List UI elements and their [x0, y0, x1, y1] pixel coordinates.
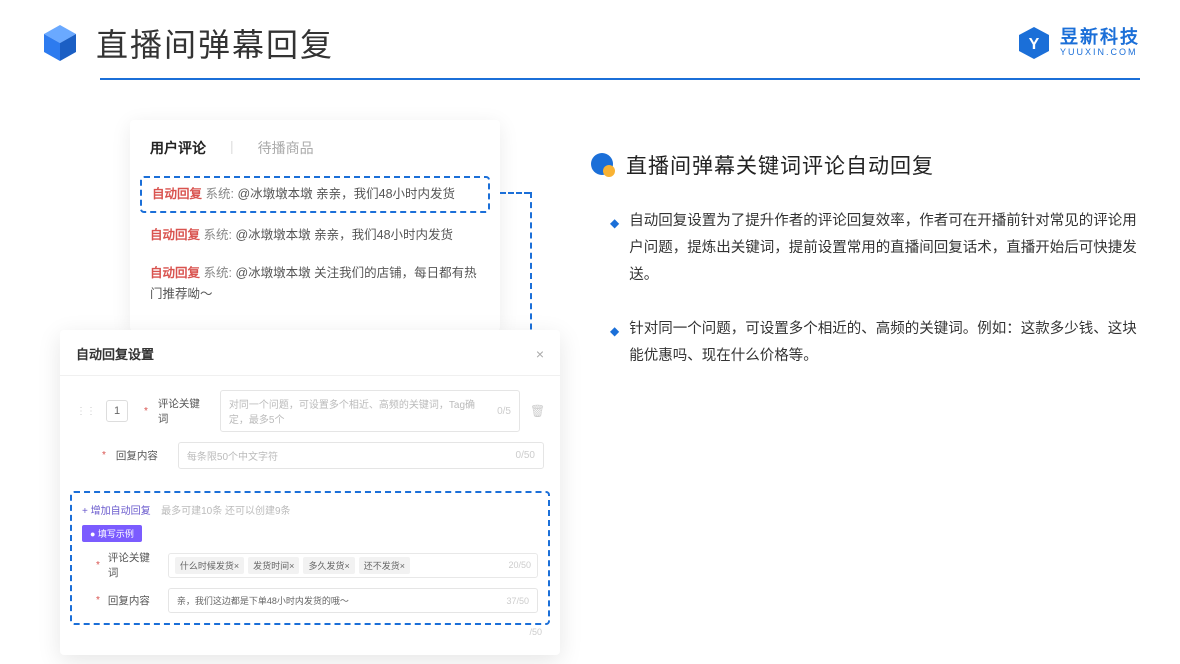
char-count: 20/50 [508, 560, 531, 570]
input-placeholder: 对同一个问题，可设置多个相近、高频的关键词，Tag确定，最多5个 [229, 396, 491, 426]
close-icon[interactable]: × [536, 346, 544, 362]
blob-icon [590, 152, 616, 178]
system-tag: 系统: [204, 228, 232, 242]
char-count: 0/50 [516, 450, 535, 461]
keyword-field-row: ⋮⋮ 1 * 评论关键词 对同一个问题，可设置多个相近、高频的关键词，Tag确定… [76, 390, 544, 432]
bullet-row: ◆ 自动回复设置为了提升作者的评论回复效率，作者可在开播前针对常见的评论用户问题… [590, 208, 1140, 288]
brand-hex-icon: Y [1016, 25, 1052, 61]
example-reply-row: * 回复内容 亲，我们这边都是下单48小时内发货的哦～ 37/50 [82, 588, 538, 613]
drag-handle-icon[interactable]: ⋮⋮ [76, 406, 96, 417]
trash-icon[interactable]: 🗑 [530, 404, 544, 418]
brand: Y 昱新科技 YUUXIN.COM [1016, 25, 1140, 61]
add-row: + 增加自动回复 最多可建10条 还可以创建9条 [82, 501, 538, 519]
comment-text: @冰墩墩本墩 亲亲，我们48小时内发货 [237, 187, 455, 201]
section-head: 直播间弹幕关键词评论自动回复 [590, 150, 1140, 180]
tab-pending-goods[interactable]: 待播商品 [258, 138, 314, 158]
example-keyword-row: * 评论关键词 什么时候发货× 发货时间× 多久发货× 还不发货× 20/50 [82, 550, 538, 580]
required-star: * [102, 450, 106, 461]
auto-reply-tag: 自动回复 [150, 266, 200, 280]
header-left: 直播间弹幕回复 [40, 20, 334, 66]
chip-input[interactable]: 什么时候发货× 发货时间× 多久发货× 还不发货× 20/50 [168, 553, 538, 578]
field-label: 回复内容 [116, 448, 168, 463]
add-auto-reply-link[interactable]: + 增加自动回复 [82, 506, 151, 517]
auto-reply-settings-card: 自动回复设置 × ⋮⋮ 1 * 评论关键词 对同一个问题，可设置多个相近、高频的… [60, 330, 560, 655]
required-star: * [144, 406, 148, 417]
outer-count: /50 [60, 625, 560, 637]
keyword-chip[interactable]: 还不发货× [359, 557, 410, 574]
section-title: 直播间弹幕关键词评论自动回复 [626, 150, 934, 180]
reply-input[interactable]: 每条限50个中文字符 0/50 [178, 442, 544, 469]
char-count: 0/5 [497, 406, 511, 417]
left-column: 用户评论 | 待播商品 自动回复 系统: @冰墩墩本墩 亲亲，我们48小时内发货… [60, 120, 560, 398]
keyword-chip[interactable]: 多久发货× [303, 557, 354, 574]
brand-name: 昱新科技 [1060, 28, 1140, 48]
svg-text:Y: Y [1029, 36, 1040, 53]
comment-row-highlighted: 自动回复 系统: @冰墩墩本墩 亲亲，我们48小时内发货 [140, 176, 490, 213]
comment-text: @冰墩墩本墩 亲亲，我们48小时内发货 [235, 228, 453, 242]
diamond-bullet-icon: ◆ [610, 320, 619, 370]
comment-row: 自动回复 系统: @冰墩墩本墩 关注我们的店铺，每日都有热门推荐呦～ [130, 255, 500, 314]
keyword-chip[interactable]: 发货时间× [248, 557, 299, 574]
tab-divider: | [230, 138, 234, 158]
tab-user-comments[interactable]: 用户评论 [150, 138, 206, 158]
input-placeholder: 每条限50个中文字符 [187, 448, 278, 463]
required-star: * [96, 560, 100, 571]
add-hint: 最多可建10条 还可以创建9条 [161, 506, 290, 517]
brand-text: 昱新科技 YUUXIN.COM [1060, 28, 1140, 58]
bullet-text: 针对同一个问题，可设置多个相近的、高频的关键词。例如：这款多少钱、这块能优惠吗、… [629, 316, 1140, 370]
settings-title: 自动回复设置 [76, 344, 154, 363]
tabs: 用户评论 | 待播商品 [130, 138, 500, 172]
keyword-input[interactable]: 对同一个问题，可设置多个相近、高频的关键词，Tag确定，最多5个 0/5 [220, 390, 520, 432]
field-label: 评论关键词 [158, 396, 210, 426]
reply-field-row: * 回复内容 每条限50个中文字符 0/50 [76, 442, 544, 469]
page-title: 直播间弹幕回复 [96, 20, 334, 66]
brand-url: YUUXIN.COM [1060, 48, 1140, 58]
bullet-text: 自动回复设置为了提升作者的评论回复效率，作者可在开播前针对常见的评论用户问题，提… [629, 208, 1140, 288]
char-count: 37/50 [506, 596, 529, 606]
right-column: 直播间弹幕关键词评论自动回复 ◆ 自动回复设置为了提升作者的评论回复效率，作者可… [590, 120, 1140, 398]
diamond-bullet-icon: ◆ [610, 212, 619, 288]
keyword-chip[interactable]: 什么时候发货× [175, 557, 244, 574]
field-label: 评论关键词 [108, 550, 160, 580]
settings-row-1: ⋮⋮ 1 * 评论关键词 对同一个问题，可设置多个相近、高频的关键词，Tag确定… [60, 376, 560, 485]
system-tag: 系统: [204, 266, 232, 280]
cube-icon [40, 23, 80, 63]
field-label: 回复内容 [108, 593, 160, 608]
auto-reply-tag: 自动回复 [152, 187, 202, 201]
required-star: * [96, 595, 100, 606]
example-tag: ● 填写示例 [82, 525, 142, 542]
settings-header: 自动回复设置 × [60, 344, 560, 376]
auto-reply-tag: 自动回复 [150, 228, 200, 242]
index-box: 1 [106, 400, 128, 422]
comment-row: 自动回复 系统: @冰墩墩本墩 亲亲，我们48小时内发货 [130, 217, 500, 254]
comments-card: 用户评论 | 待播商品 自动回复 系统: @冰墩墩本墩 亲亲，我们48小时内发货… [130, 120, 500, 331]
chip-wrap: 什么时候发货× 发货时间× 多久发货× 还不发货× [175, 557, 410, 574]
content: 用户评论 | 待播商品 自动回复 系统: @冰墩墩本墩 亲亲，我们48小时内发货… [0, 80, 1180, 398]
example-reply-input[interactable]: 亲，我们这边都是下单48小时内发货的哦～ 37/50 [168, 588, 538, 613]
bullet-row: ◆ 针对同一个问题，可设置多个相近的、高频的关键词。例如：这款多少钱、这块能优惠… [590, 316, 1140, 370]
input-value: 亲，我们这边都是下单48小时内发货的哦～ [177, 594, 349, 607]
connector-line [500, 192, 530, 194]
system-tag: 系统: [206, 187, 234, 201]
header: 直播间弹幕回复 Y 昱新科技 YUUXIN.COM [0, 0, 1180, 66]
example-block: + 增加自动回复 最多可建10条 还可以创建9条 ● 填写示例 * 评论关键词 … [70, 491, 550, 625]
